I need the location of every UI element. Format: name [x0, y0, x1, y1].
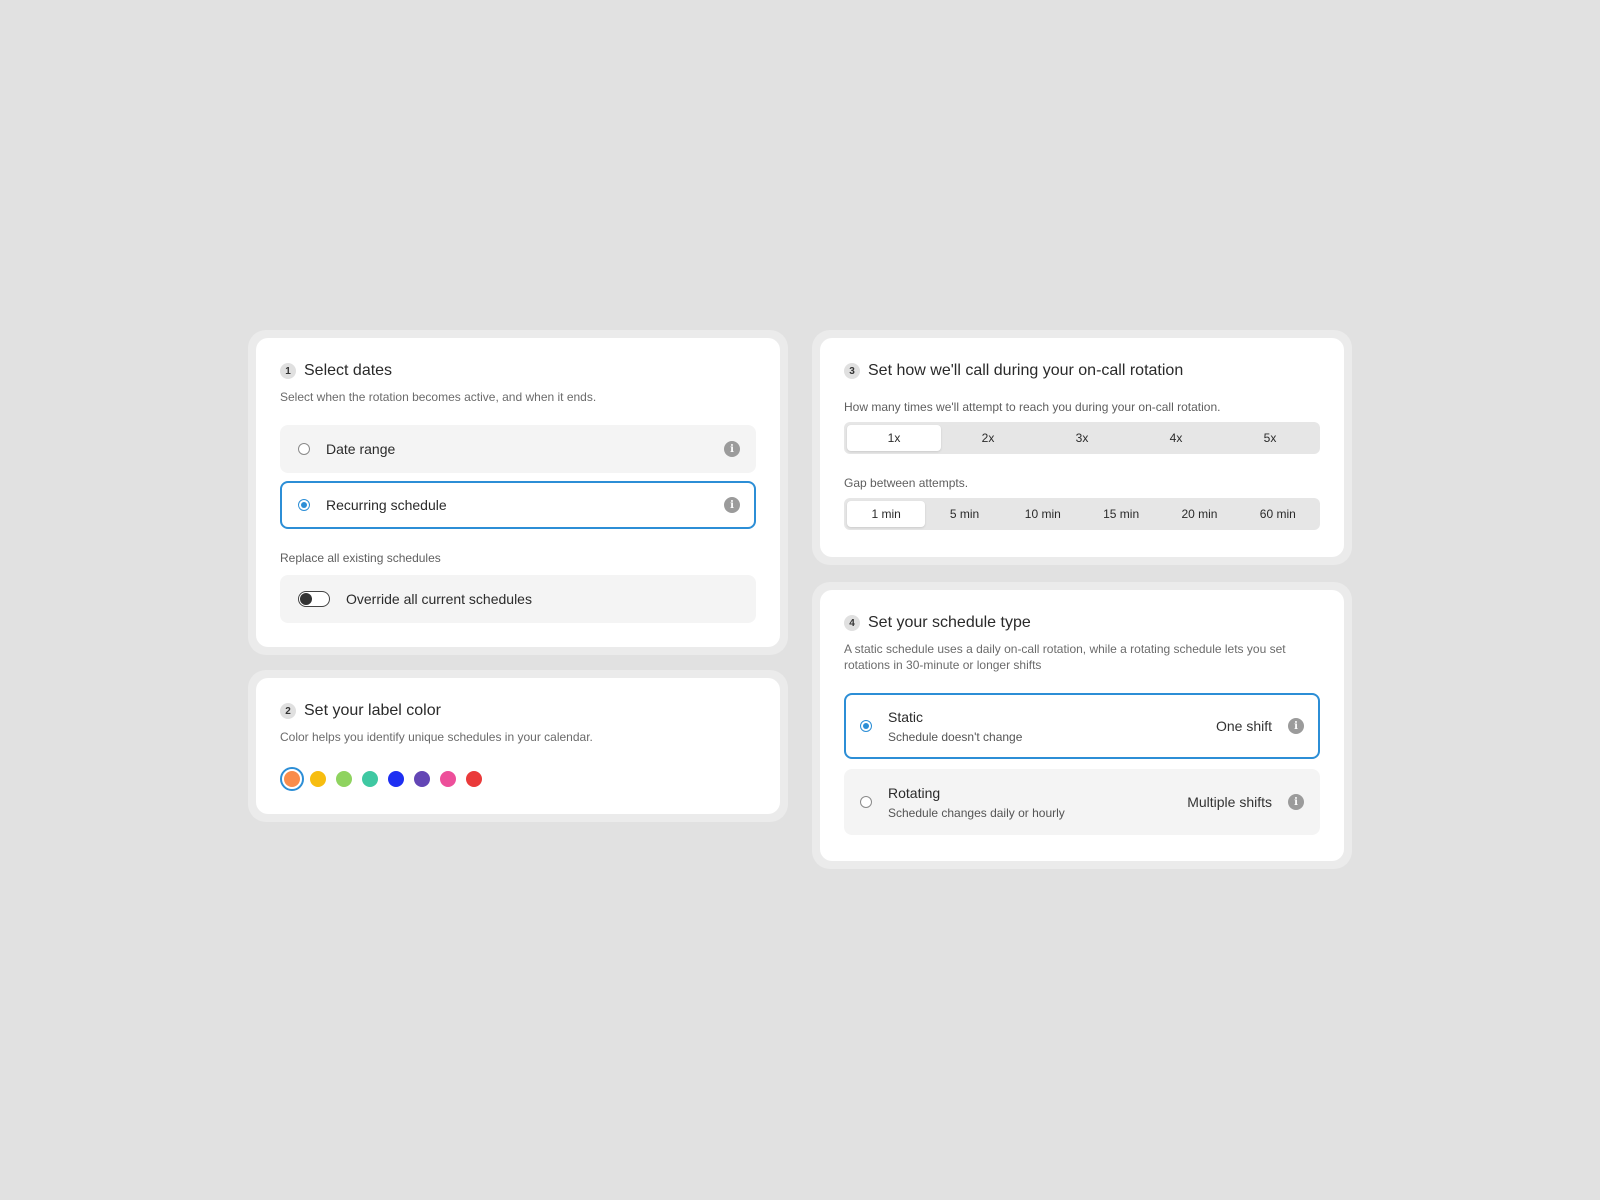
schedule-type-subtitle: A static schedule uses a daily on-call r…	[844, 642, 1286, 672]
attempts-label: How many times we'll attempt to reach yo…	[844, 400, 1221, 414]
static-subtitle: Schedule doesn't change	[888, 729, 1023, 744]
gap-option[interactable]: 15 min	[1082, 501, 1160, 527]
label-color-panel: 2 Set your label color Color helps you i…	[256, 678, 780, 814]
label-color-header: 2 Set your label color	[280, 702, 756, 720]
date-range-radio[interactable]	[298, 443, 310, 455]
color-swatch[interactable]	[358, 767, 382, 791]
info-icon[interactable]: i	[1288, 718, 1304, 734]
color-swatch-dot	[362, 771, 378, 787]
call-settings-panel: 3 Set how we'll call during your on-call…	[820, 338, 1344, 557]
attempts-option[interactable]: 2x	[941, 425, 1035, 451]
color-swatch[interactable]	[332, 767, 356, 791]
color-swatch-dot	[388, 771, 404, 787]
date-range-option[interactable]: Date range i	[280, 425, 756, 473]
step-badge-1: 1	[280, 363, 296, 379]
rotating-text: Rotating Schedule changes daily or hourl…	[888, 785, 1065, 820]
color-swatch[interactable]	[306, 767, 330, 791]
rotating-subtitle: Schedule changes daily or hourly	[888, 805, 1065, 820]
info-icon[interactable]: i	[724, 497, 740, 513]
gap-segmented-control: 1 min 5 min 10 min 15 min 20 min 60 min	[844, 498, 1320, 530]
call-settings-title: Set how we'll call during your on-call r…	[868, 362, 1184, 379]
gap-option[interactable]: 5 min	[925, 501, 1003, 527]
rotating-title: Rotating	[888, 784, 941, 801]
step-badge-4: 4	[844, 615, 860, 631]
schedule-type-panel: 4 Set your schedule type A static schedu…	[820, 590, 1344, 861]
color-swatch[interactable]	[384, 767, 408, 791]
color-swatch-dot	[336, 771, 352, 787]
select-dates-subtitle: Select when the rotation becomes active,…	[280, 390, 597, 404]
select-dates-header: 1 Select dates	[280, 362, 756, 380]
attempts-option[interactable]: 3x	[1035, 425, 1129, 451]
replace-schedules-label: Replace all existing schedules	[280, 551, 441, 565]
color-swatch[interactable]	[410, 767, 434, 791]
recurring-schedule-radio[interactable]	[298, 499, 310, 511]
step-badge-2: 2	[280, 703, 296, 719]
recurring-schedule-label: Recurring schedule	[326, 497, 447, 513]
recurring-schedule-option[interactable]: Recurring schedule i	[280, 481, 756, 529]
label-color-card: 2 Set your label color Color helps you i…	[248, 670, 788, 822]
schedule-type-header: 4 Set your schedule type	[844, 614, 1320, 632]
override-schedules-row: Override all current schedules	[280, 575, 756, 623]
attempts-segmented-control: 1x 2x 3x 4x 5x	[844, 422, 1320, 454]
select-dates-panel: 1 Select dates Select when the rotation …	[256, 338, 780, 647]
select-dates-title: Select dates	[304, 362, 393, 379]
override-toggle[interactable]	[298, 591, 330, 607]
color-swatch-dot	[440, 771, 456, 787]
call-settings-header: 3 Set how we'll call during your on-call…	[844, 362, 1320, 380]
color-swatch-dot	[414, 771, 430, 787]
override-label: Override all current schedules	[346, 591, 532, 607]
schedule-type-card: 4 Set your schedule type A static schedu…	[812, 582, 1352, 869]
color-swatch[interactable]	[462, 767, 486, 791]
static-radio[interactable]	[860, 720, 872, 732]
info-icon[interactable]: i	[1288, 794, 1304, 810]
static-text: Static Schedule doesn't change	[888, 709, 1022, 744]
color-swatch-dot	[284, 771, 300, 787]
info-icon[interactable]: i	[724, 441, 740, 457]
gap-option[interactable]: 60 min	[1239, 501, 1317, 527]
gap-option[interactable]: 1 min	[847, 501, 926, 527]
attempts-option[interactable]: 5x	[1223, 425, 1317, 451]
color-swatch[interactable]	[280, 767, 304, 791]
schedule-type-title: Set your schedule type	[868, 614, 1031, 631]
static-title: Static	[888, 708, 924, 725]
gap-label: Gap between attempts.	[844, 476, 969, 490]
date-range-label: Date range	[326, 441, 396, 457]
static-option[interactable]: Static Schedule doesn't change One shift…	[844, 693, 1320, 759]
rotating-option[interactable]: Rotating Schedule changes daily or hourl…	[844, 769, 1320, 835]
color-swatches	[280, 767, 756, 791]
select-dates-card: 1 Select dates Select when the rotation …	[248, 330, 788, 655]
rotating-radio[interactable]	[860, 796, 872, 808]
call-settings-card: 3 Set how we'll call during your on-call…	[812, 330, 1352, 565]
attempts-option[interactable]: 4x	[1129, 425, 1223, 451]
label-color-title: Set your label color	[304, 702, 441, 719]
attempts-option[interactable]: 1x	[847, 425, 941, 451]
label-color-subtitle: Color helps you identify unique schedule…	[280, 730, 593, 744]
color-swatch-dot	[466, 771, 482, 787]
color-swatch-dot	[310, 771, 326, 787]
step-badge-3: 3	[844, 363, 860, 379]
gap-option[interactable]: 20 min	[1160, 501, 1238, 527]
rotating-shift-label: Multiple shifts	[1187, 794, 1272, 810]
static-shift-label: One shift	[1215, 718, 1272, 734]
gap-option[interactable]: 10 min	[1004, 501, 1082, 527]
color-swatch[interactable]	[436, 767, 460, 791]
